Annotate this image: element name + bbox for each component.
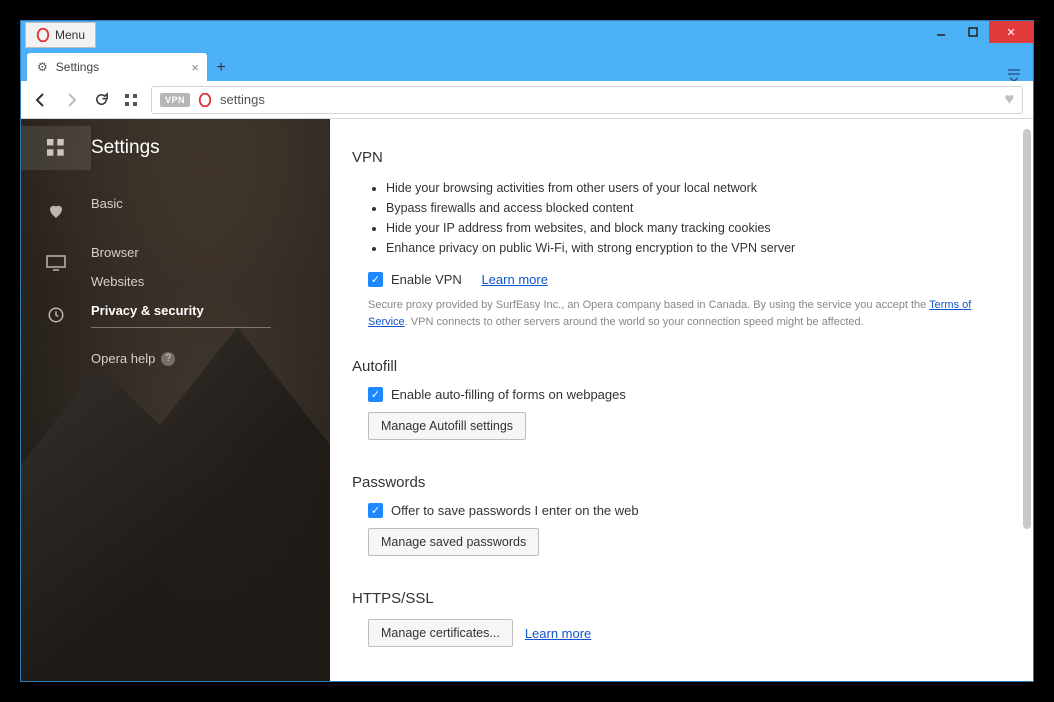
rail-screen-icon[interactable] [45, 252, 67, 274]
speed-dial-button[interactable] [121, 90, 141, 110]
passwords-heading: Passwords [352, 474, 1005, 491]
sidebar-item-privacy[interactable]: Privacy & security [91, 296, 271, 328]
sidebar: Settings Basic Browser Websites Privacy … [21, 119, 330, 681]
reload-button[interactable] [91, 90, 111, 110]
scrollbar[interactable] [1023, 129, 1031, 529]
vpn-bullet: Bypass firewalls and access blocked cont… [386, 198, 1005, 218]
passwords-enable-row: Offer to save passwords I enter on the w… [352, 503, 1005, 518]
forward-button[interactable] [61, 90, 81, 110]
sidebar-item-websites[interactable]: Websites [91, 267, 330, 296]
tab-settings[interactable]: ⚙ Settings × [27, 53, 207, 81]
main-panel: VPN Hide your browsing activities from o… [330, 119, 1033, 681]
https-heading: HTTPS/SSL [352, 590, 1005, 607]
passwords-enable-label: Offer to save passwords I enter on the w… [391, 503, 639, 518]
tab-close-button[interactable]: × [191, 60, 199, 75]
maximize-button[interactable] [957, 21, 989, 43]
new-tab-button[interactable]: + [207, 55, 235, 81]
vpn-enable-label: Enable VPN [391, 272, 462, 287]
vpn-learn-more-link[interactable]: Learn more [481, 272, 547, 287]
menu-button[interactable]: Menu [25, 22, 96, 48]
vpn-heading: VPN [352, 149, 1005, 166]
tabstrip: ⚙ Settings × + [21, 49, 1033, 81]
sidebar-icon-rail [21, 119, 91, 681]
sidebar-item-help[interactable]: Opera help ? [91, 344, 330, 373]
vpn-bullets: Hide your browsing activities from other… [352, 178, 1005, 258]
window-frame: Menu ⚙ Settings × + VPN settings ♥ [20, 20, 1034, 682]
https-learn-more-link[interactable]: Learn more [525, 626, 591, 641]
vpn-bullet: Hide your IP address from websites, and … [386, 218, 1005, 238]
vpn-fineprint: Secure proxy provided by SurfEasy Inc., … [352, 297, 982, 330]
bookmark-heart-icon[interactable]: ♥ [1005, 91, 1015, 109]
manage-certificates-button[interactable]: Manage certificates... [368, 619, 513, 647]
rail-speed-dial-icon[interactable] [21, 126, 91, 170]
menu-label: Menu [55, 28, 85, 42]
rail-clock-icon[interactable] [45, 304, 67, 326]
help-icon: ? [161, 352, 175, 366]
sidebar-item-browser[interactable]: Browser [91, 238, 330, 267]
tab-menu-button[interactable] [1007, 67, 1021, 81]
sidebar-title: Settings [91, 137, 330, 159]
passwords-enable-checkbox[interactable] [368, 503, 383, 518]
manage-passwords-button[interactable]: Manage saved passwords [368, 528, 539, 556]
sidebar-help-label: Opera help [91, 351, 155, 366]
toolbar: VPN settings ♥ [21, 81, 1033, 119]
rail-heart-icon[interactable] [45, 200, 67, 222]
close-button[interactable] [989, 21, 1033, 43]
titlebar: Menu [21, 21, 1033, 49]
opera-icon [198, 93, 212, 107]
vpn-enable-checkbox[interactable] [368, 272, 383, 287]
vpn-bullet: Hide your browsing activities from other… [386, 178, 1005, 198]
vpn-enable-row: Enable VPN Learn more [352, 272, 1005, 287]
autofill-enable-row: Enable auto-filling of forms on webpages [352, 387, 1005, 402]
minimize-button[interactable] [925, 21, 957, 43]
vpn-bullet: Enhance privacy on public Wi-Fi, with st… [386, 238, 1005, 258]
window-controls [925, 21, 1033, 43]
sidebar-nav: Settings Basic Browser Websites Privacy … [91, 119, 330, 681]
back-button[interactable] [31, 90, 51, 110]
address-text: settings [220, 92, 265, 107]
vpn-badge: VPN [160, 93, 190, 107]
content: Settings Basic Browser Websites Privacy … [21, 119, 1033, 681]
sidebar-item-basic[interactable]: Basic [91, 189, 330, 218]
address-bar[interactable]: VPN settings ♥ [151, 86, 1023, 114]
https-row: Manage certificates... Learn more [368, 619, 1005, 647]
gear-icon: ⚙ [37, 60, 48, 74]
autofill-enable-label: Enable auto-filling of forms on webpages [391, 387, 626, 402]
autofill-heading: Autofill [352, 358, 1005, 375]
autofill-enable-checkbox[interactable] [368, 387, 383, 402]
opera-icon [36, 28, 50, 42]
manage-autofill-button[interactable]: Manage Autofill settings [368, 412, 526, 440]
tab-title: Settings [56, 60, 99, 74]
